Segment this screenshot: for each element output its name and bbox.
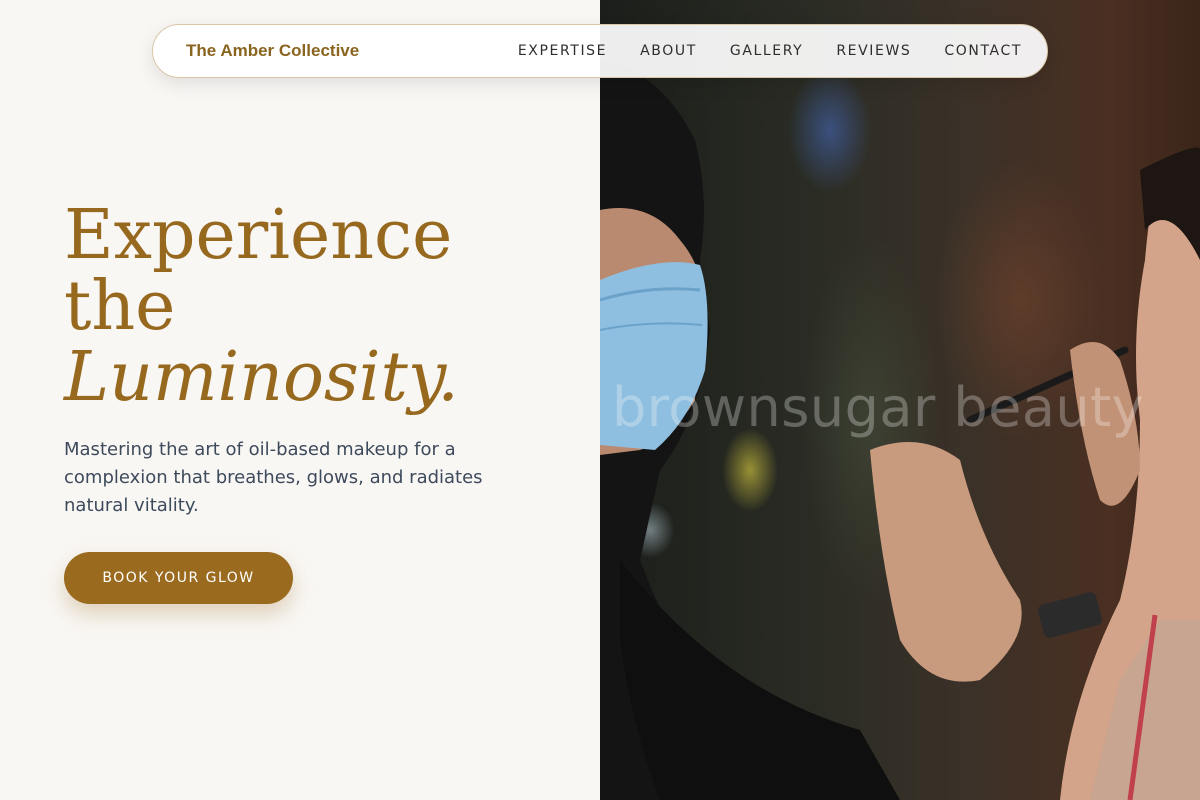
nav-link-about[interactable]: ABOUT bbox=[640, 43, 697, 59]
nav-link-reviews[interactable]: REVIEWS bbox=[836, 43, 911, 59]
hero-title-line-3: Luminosity. bbox=[64, 338, 459, 417]
hero-subtitle: Mastering the art of oil-based makeup fo… bbox=[64, 439, 483, 516]
nav-link-gallery[interactable]: GALLERY bbox=[730, 43, 803, 59]
hero-title: Experience the Luminosity. bbox=[64, 200, 584, 413]
watermark-text: brownsugar beauty bbox=[612, 376, 1145, 439]
hero-title-line-2: the bbox=[64, 267, 176, 346]
nav-links: EXPERTISE ABOUT GALLERY REVIEWS CONTACT bbox=[518, 43, 1022, 59]
book-your-glow-button[interactable]: BOOK YOUR GLOW bbox=[64, 552, 293, 604]
hero-title-line-1: Experience bbox=[64, 196, 453, 275]
top-navigation: The Amber Collective EXPERTISE ABOUT GAL… bbox=[152, 24, 1048, 78]
brand-logo[interactable]: The Amber Collective bbox=[186, 41, 359, 61]
nav-link-expertise[interactable]: EXPERTISE bbox=[518, 43, 607, 59]
hero-photo: brownsugar beauty bbox=[600, 0, 1200, 800]
nav-link-contact[interactable]: CONTACT bbox=[944, 43, 1022, 59]
